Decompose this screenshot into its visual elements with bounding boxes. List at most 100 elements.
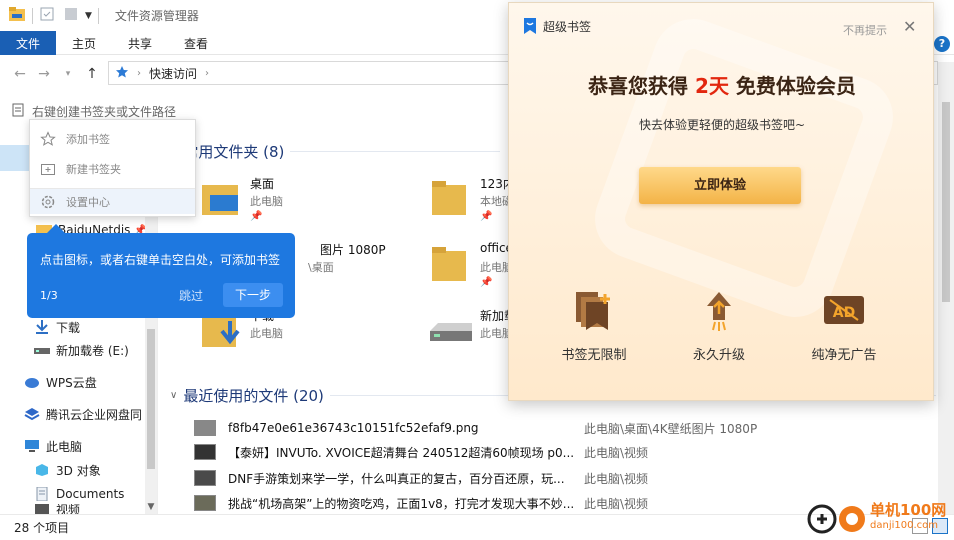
recent-file-name: f8fb47e0e61e36743c10151fc52efaf9.png bbox=[228, 421, 479, 435]
main-scroll-thumb[interactable] bbox=[942, 102, 950, 302]
recent-locations-chevron-icon[interactable]: ▾ bbox=[56, 69, 80, 79]
headline-prefix: 恭喜您获得 bbox=[588, 74, 689, 98]
folder-tile-location: 此电脑 bbox=[250, 327, 283, 340]
sidebar-item-this-pc[interactable]: 此电脑 bbox=[24, 435, 82, 457]
bookmark-bar-icon[interactable] bbox=[12, 103, 24, 120]
rocket-upgrade-icon bbox=[697, 290, 741, 332]
feature-label: 纯净无广告 bbox=[811, 348, 877, 363]
sidebar-item-label: 视频 bbox=[56, 504, 81, 514]
sidebar-item-label: 下载 bbox=[56, 320, 81, 335]
desktop-folder-icon bbox=[200, 179, 242, 217]
main-scrollbar[interactable] bbox=[938, 62, 954, 514]
try-now-button[interactable]: 立即体验 bbox=[639, 167, 801, 204]
sidebar-item-videos[interactable]: 视频 bbox=[34, 504, 80, 514]
menu-item-label: 新建书签夹 bbox=[66, 163, 121, 176]
pin-icon: 📌 bbox=[480, 211, 493, 222]
folder-tile-desktop[interactable]: 桌面 此电脑 📌 bbox=[200, 175, 400, 235]
video-icon bbox=[34, 504, 50, 514]
feature-permanent-upgrade: 永久升级 bbox=[664, 290, 774, 363]
drive-icon bbox=[430, 311, 472, 349]
skip-button[interactable]: 跳过 bbox=[179, 287, 203, 304]
next-step-button[interactable]: 下一步 bbox=[223, 283, 283, 307]
sidebar-item-drive-e[interactable]: 新加载卷 (E:) bbox=[34, 339, 129, 361]
sidebar-item-label: Documents bbox=[56, 487, 125, 501]
video-file-icon bbox=[194, 470, 216, 486]
properties-icon[interactable] bbox=[39, 6, 55, 25]
back-arrow-icon[interactable]: ← bbox=[8, 66, 32, 82]
folder-tile-location: 此电脑 bbox=[250, 195, 283, 208]
tab-view[interactable]: 查看 bbox=[168, 31, 224, 55]
onboarding-tooltip: 点击图标，或者右键单击空白处，可添加书签 1/3 跳过 下一步 bbox=[27, 224, 295, 318]
new-folder-icon[interactable] bbox=[63, 6, 79, 25]
folder-tile-location: \桌面 bbox=[308, 261, 334, 274]
promo-dialog: 超级书签 不再提示 ✕ 恭喜您获得 2天 免费体验会员 快去体验更轻便的超级书签… bbox=[508, 2, 934, 401]
recent-file-path: 此电脑\视频 bbox=[584, 471, 649, 486]
computer-icon bbox=[24, 439, 40, 453]
feature-unlimited-bookmarks: 书签无限制 bbox=[539, 290, 649, 363]
feature-label: 永久升级 bbox=[692, 348, 745, 363]
bookmark-context-menu: 添加书签 新建书签夹 设置中心 bbox=[29, 119, 196, 217]
menu-item-settings[interactable]: 设置中心 bbox=[30, 188, 195, 214]
sidebar-item-wps-cloud[interactable]: WPS云盘 bbox=[24, 371, 97, 393]
recent-file-path: 此电脑\桌面\4K壁纸图片 1080P bbox=[584, 421, 758, 436]
quick-access-dropdown-icon[interactable]: ▼ bbox=[85, 11, 92, 21]
recent-file-name: 挑战“机场高架”上的物资吃鸡，正面1v8，打完才发现大事不妙... bbox=[228, 496, 575, 511]
recent-file-path: 此电脑\视频 bbox=[584, 496, 649, 511]
pin-icon: 📌 bbox=[480, 277, 493, 288]
window-title: 文件资源管理器 bbox=[114, 9, 199, 23]
breadcrumb-chevron-icon[interactable]: › bbox=[137, 68, 141, 79]
folder-plus-icon bbox=[40, 161, 56, 177]
sidebar-item-downloads[interactable]: 下载 bbox=[34, 316, 80, 338]
wps-cloud-icon bbox=[24, 375, 40, 389]
promo-subtitle: 快去体验更轻便的超级书签吧~ bbox=[638, 118, 806, 132]
recent-file-row[interactable]: DNF手游策划来学一学，什么叫真正的复古，百分百还原，玩... 此电脑\视频 bbox=[194, 467, 938, 489]
recent-files-header[interactable]: ∨ 最近使用的文件 (20) bbox=[170, 385, 324, 406]
feature-label: 书签无限制 bbox=[561, 348, 627, 363]
recent-file-row[interactable]: f8fb47e0e61e36743c10151fc52efaf9.png 此电脑… bbox=[194, 417, 938, 439]
sidebar-scroll-thumb[interactable] bbox=[147, 329, 155, 469]
bookmark-stack-icon bbox=[572, 290, 616, 332]
tab-file[interactable]: 文件 bbox=[0, 31, 57, 55]
sidebar-item-3d-objects[interactable]: 3D 对象 bbox=[34, 459, 101, 481]
promo-brand: 超级书签 bbox=[523, 17, 591, 35]
super-bookmark-logo-icon bbox=[523, 17, 537, 35]
watermark-logo-icon bbox=[806, 499, 866, 540]
document-icon bbox=[34, 486, 50, 502]
menu-item-add-bookmark[interactable]: 添加书签 bbox=[30, 126, 195, 152]
menu-item-label: 添加书签 bbox=[66, 133, 110, 146]
video-file-icon bbox=[194, 444, 216, 460]
recent-file-path: 此电脑\视频 bbox=[584, 445, 649, 460]
sidebar-item-tencent-cloud-drive[interactable]: 腾讯云企业网盘同 bbox=[24, 403, 142, 425]
headline-suffix: 免费体验会员 bbox=[735, 74, 856, 98]
folder-icon bbox=[430, 245, 472, 283]
close-icon[interactable]: ✕ bbox=[903, 17, 916, 36]
dont-show-again-link[interactable]: 不再提示 bbox=[843, 22, 887, 38]
scroll-down-arrow-icon[interactable]: ▼ bbox=[146, 502, 156, 512]
recent-file-row[interactable]: 【泰妍】INVUTo. XVOICE超清舞台 240512超清60帧现场 p0.… bbox=[194, 441, 938, 463]
group-divider bbox=[290, 151, 500, 152]
sidebar-item-documents[interactable]: Documents bbox=[34, 483, 124, 505]
sidebar-item-label: 此电脑 bbox=[46, 439, 83, 454]
promo-brand-name: 超级书签 bbox=[543, 19, 592, 34]
tab-share[interactable]: 共享 bbox=[112, 31, 168, 55]
tab-home[interactable]: 主页 bbox=[56, 31, 112, 55]
menu-item-new-bookmark-folder[interactable]: 新建书签夹 bbox=[30, 156, 195, 182]
breadcrumb-quick-access[interactable]: 快速访问 bbox=[149, 65, 197, 82]
folder-tile-name: 图片 1080P bbox=[320, 243, 386, 257]
breadcrumb-chevron-icon[interactable]: › bbox=[205, 68, 209, 79]
sidebar-item-label: 3D 对象 bbox=[56, 463, 101, 478]
tooltip-arrow bbox=[47, 224, 65, 233]
up-arrow-icon[interactable]: ↑ bbox=[80, 66, 104, 82]
collapse-chevron-icon[interactable]: ∨ bbox=[170, 390, 177, 401]
watermark-url: danji100.com bbox=[870, 520, 938, 531]
quick-access-star-icon bbox=[115, 65, 129, 82]
recent-file-name: DNF手游策划来学一学，什么叫真正的复古，百分百还原，玩... bbox=[228, 471, 565, 486]
tooltip-step-counter: 1/3 bbox=[40, 289, 58, 302]
no-ads-icon: AD bbox=[822, 290, 866, 332]
help-icon[interactable]: ? bbox=[934, 36, 950, 52]
forward-arrow-icon[interactable]: → bbox=[32, 66, 56, 82]
folder-tile-name: 桌面 bbox=[250, 177, 275, 191]
promo-headline: 恭喜您获得 2天 免费体验会员 bbox=[509, 70, 933, 99]
site-watermark: 单机100网 danji100.com bbox=[806, 497, 954, 540]
pin-icon: 📌 bbox=[250, 211, 263, 222]
